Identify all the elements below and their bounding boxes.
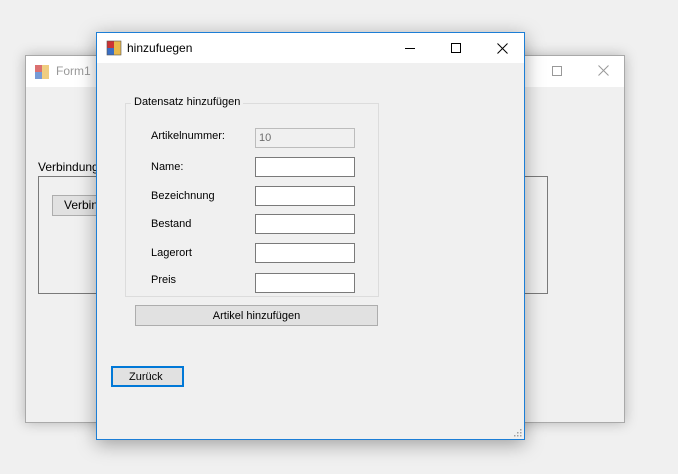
name-label: Name: xyxy=(151,161,184,173)
verbindung-group-label: Verbindung xyxy=(38,160,99,174)
app-icon xyxy=(106,40,122,56)
artikelnummer-label: Artikelnummer: xyxy=(151,130,225,142)
preis-label: Preis xyxy=(151,274,177,286)
dialog-titlebar[interactable]: hinzufuegen xyxy=(97,33,524,63)
name-field[interactable] xyxy=(255,157,355,177)
artikelnummer-field xyxy=(255,128,355,148)
dialog-title: hinzufuegen xyxy=(127,41,193,55)
close-icon[interactable] xyxy=(479,33,525,63)
close-icon[interactable] xyxy=(580,56,626,87)
minimize-icon[interactable] xyxy=(387,33,433,63)
preis-field[interactable] xyxy=(255,273,355,293)
bezeichnung-field[interactable] xyxy=(255,186,355,206)
bestand-label: Bestand xyxy=(151,218,192,230)
maximize-icon[interactable] xyxy=(433,33,479,63)
lagerort-label: Lagerort xyxy=(151,247,192,259)
bezeichnung-label: Bezeichnung xyxy=(151,190,215,202)
lagerort-field[interactable] xyxy=(255,243,355,263)
maximize-icon[interactable] xyxy=(534,56,580,87)
resize-grip-icon[interactable] xyxy=(512,427,522,437)
datensatz-group-title: Datensatz hinzufügen xyxy=(131,96,244,108)
bestand-field[interactable] xyxy=(255,214,355,234)
app-icon xyxy=(35,65,49,79)
artikel-hinzufuegen-button[interactable]: Artikel hinzufügen xyxy=(135,305,378,326)
form1-title: Form1 xyxy=(56,64,91,78)
zurueck-button[interactable]: Zurück xyxy=(111,366,184,387)
hinzufuegen-dialog: hinzufuegen Datensatz hinzufügen Artikel… xyxy=(96,32,525,440)
